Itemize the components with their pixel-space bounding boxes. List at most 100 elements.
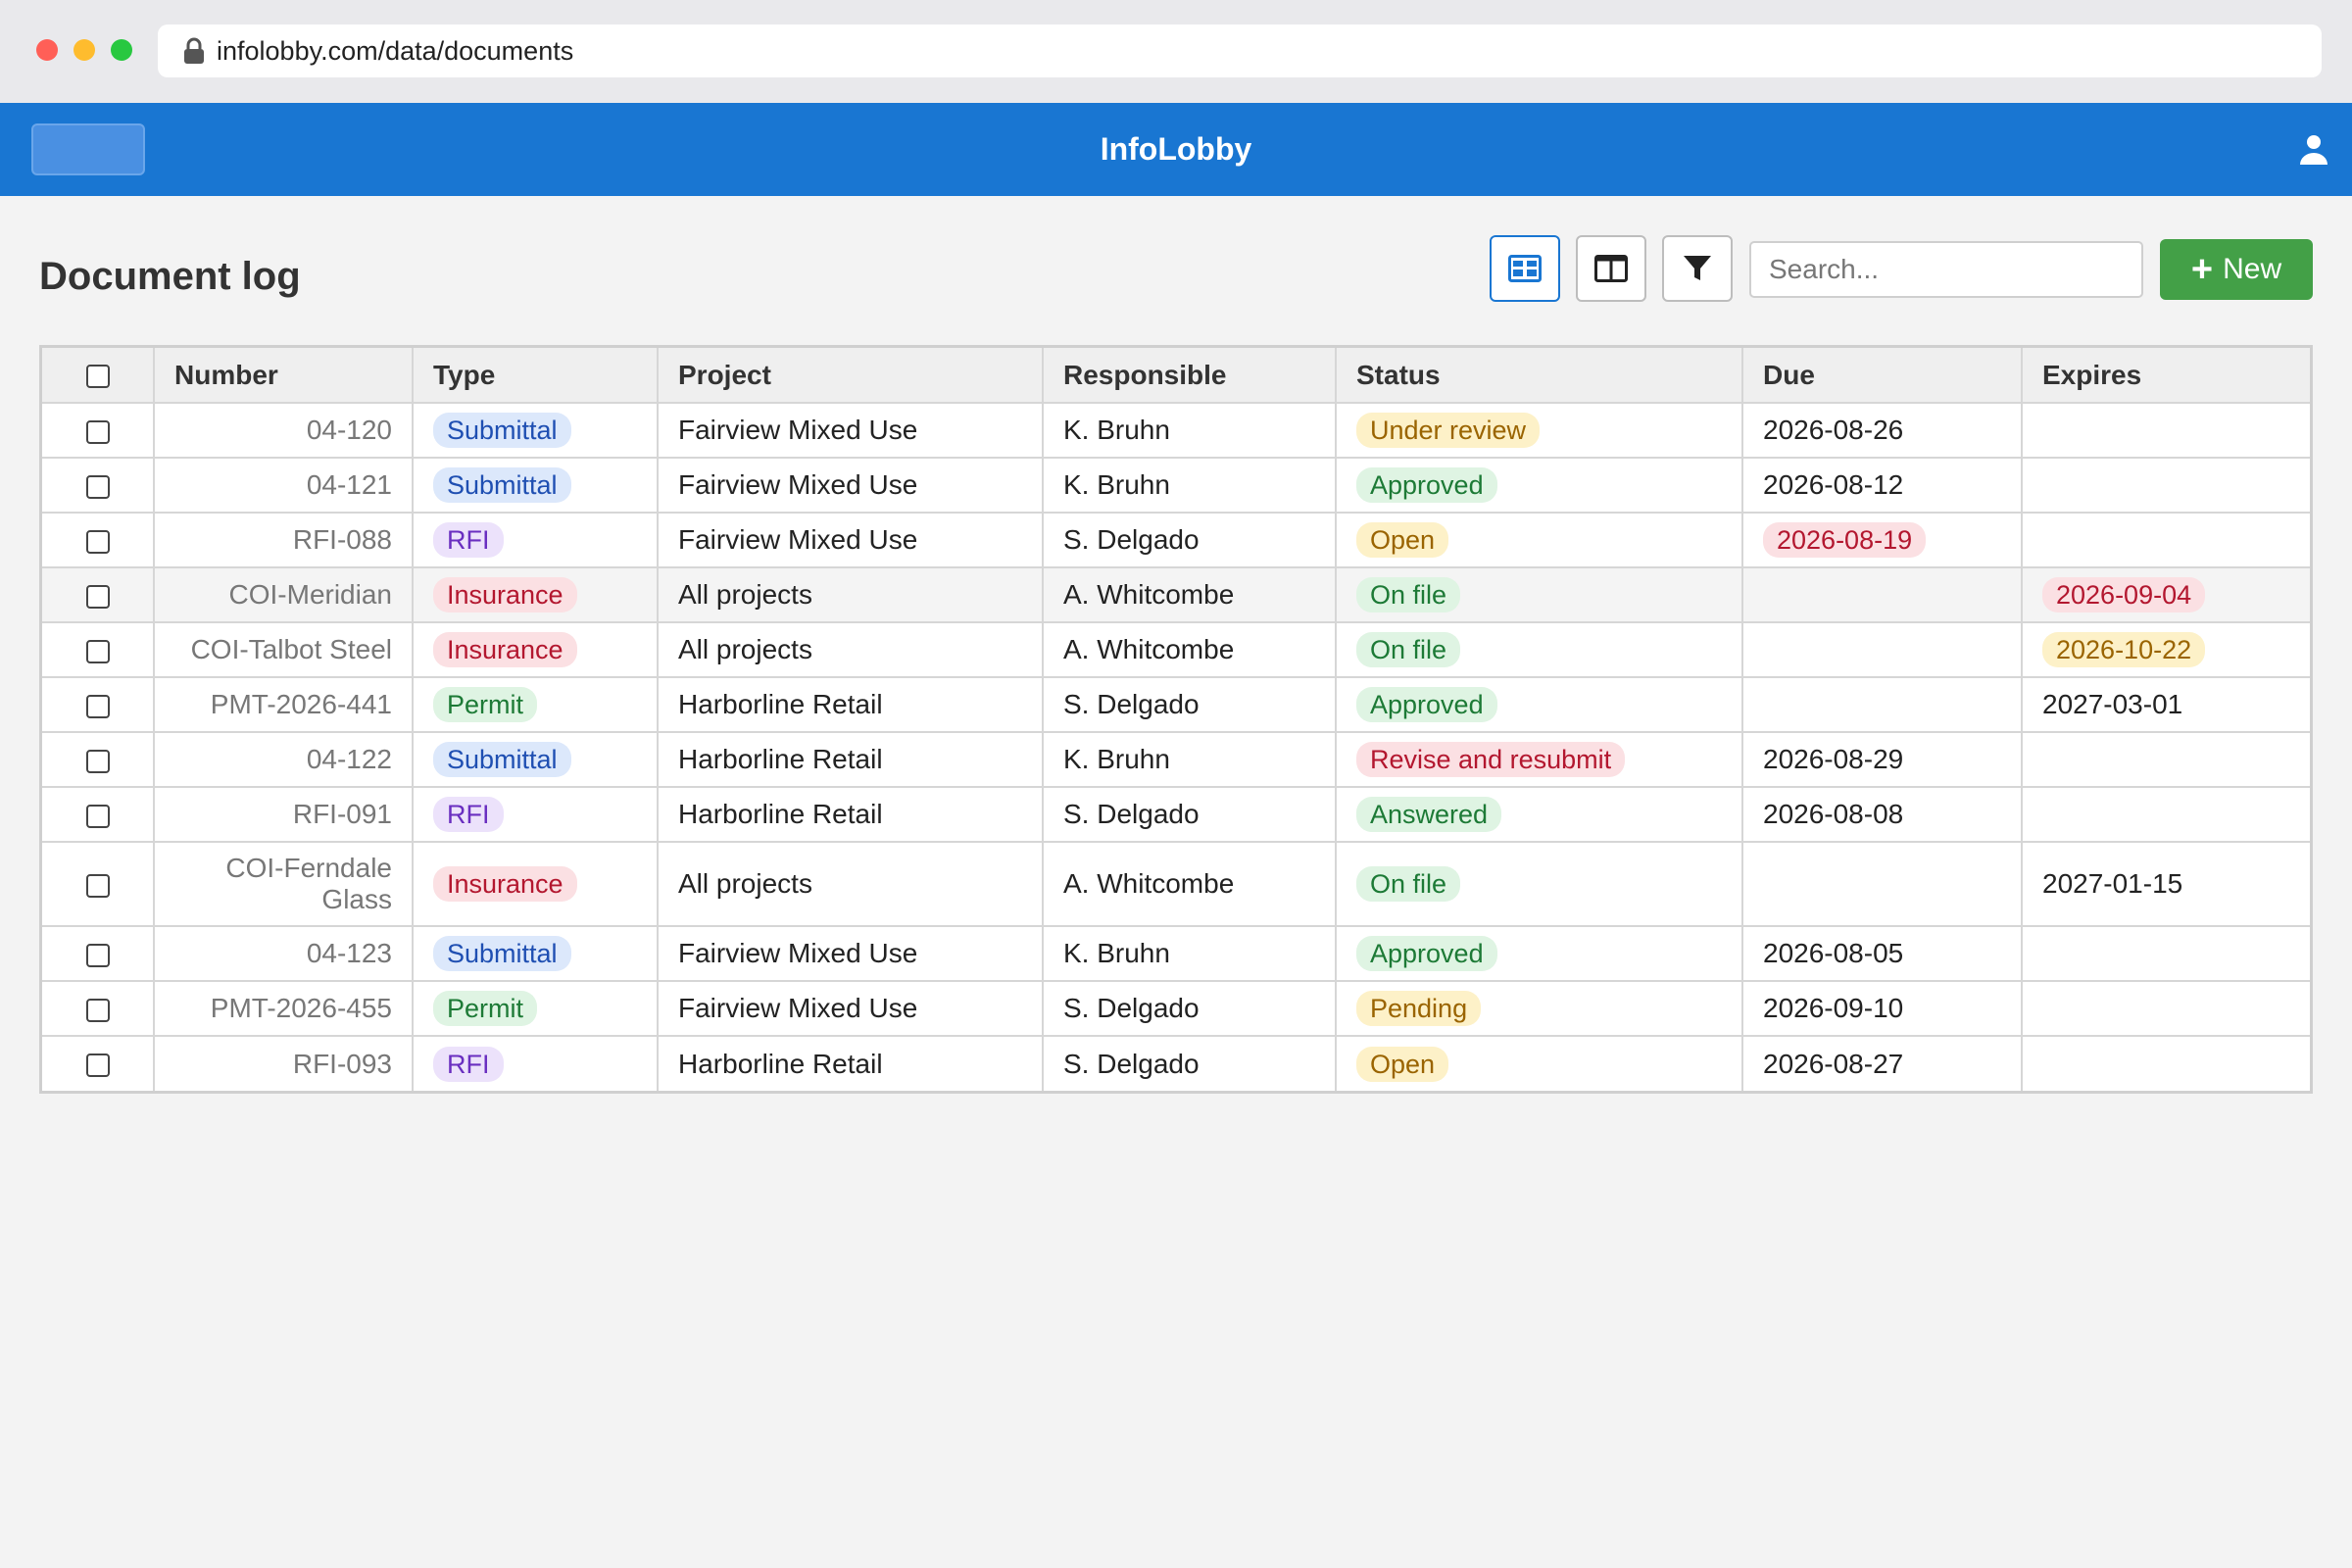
table-row[interactable]: COI-Ferndale Glass Insurance All project… xyxy=(42,842,2310,927)
status-badge: On file xyxy=(1356,577,1461,612)
filter-icon xyxy=(1684,256,1711,280)
row-select-cell xyxy=(42,622,155,678)
number-cell: RFI-091 xyxy=(154,787,414,843)
expires-cell: 2026-10-22 xyxy=(2022,622,2310,678)
type-badge: RFI xyxy=(433,797,504,832)
due-cell: 2026-08-29 xyxy=(1742,732,2023,788)
row-select-cell xyxy=(42,403,155,459)
address-bar[interactable]: infolobby.com/data/documents xyxy=(158,24,2322,77)
column-header-project[interactable]: Project xyxy=(658,348,1044,404)
table-row[interactable]: 04-123 Submittal Fairview Mixed Use K. B… xyxy=(42,926,2310,982)
app-title: InfoLobby xyxy=(1100,131,1252,167)
row-checkbox[interactable] xyxy=(85,943,110,967)
type-cell: RFI xyxy=(413,787,659,843)
project-cell: Harborline Retail xyxy=(658,732,1044,788)
status-badge: On file xyxy=(1356,866,1461,902)
type-badge: RFI xyxy=(433,1046,504,1082)
column-header-status[interactable]: Status xyxy=(1336,348,1743,404)
status-cell: On file xyxy=(1336,567,1743,623)
status-cell: Revise and resubmit xyxy=(1336,732,1743,788)
select-all-cell xyxy=(42,348,155,404)
expires-cell xyxy=(2022,787,2310,843)
responsible-cell: K. Bruhn xyxy=(1043,926,1337,982)
responsible-cell: K. Bruhn xyxy=(1043,458,1337,514)
type-badge: Permit xyxy=(433,687,538,722)
window-close-button[interactable] xyxy=(36,39,58,61)
column-header-type[interactable]: Type xyxy=(413,348,659,404)
number-cell: RFI-093 xyxy=(154,1036,414,1091)
due-cell: 2026-08-05 xyxy=(1742,926,2023,982)
due-cell: 2026-08-12 xyxy=(1742,458,2023,514)
filter-button[interactable] xyxy=(1662,235,1733,302)
number-cell: PMT-2026-441 xyxy=(154,677,414,733)
table-row[interactable]: 04-120 Submittal Fairview Mixed Use K. B… xyxy=(42,403,2310,459)
project-cell: Fairview Mixed Use xyxy=(658,403,1044,459)
responsible-cell: A. Whitcombe xyxy=(1043,567,1337,623)
user-icon[interactable] xyxy=(2297,132,2330,166)
table-row[interactable]: COI-Talbot Steel Insurance All projects … xyxy=(42,622,2310,678)
expiring-date-badge: 2026-10-22 xyxy=(2042,632,2206,667)
plus-icon: + xyxy=(2190,249,2214,290)
row-checkbox[interactable] xyxy=(85,749,110,773)
row-checkbox[interactable] xyxy=(85,998,110,1022)
search-input[interactable] xyxy=(1749,241,2143,298)
columns-button[interactable] xyxy=(1576,235,1646,302)
menu-button[interactable] xyxy=(31,123,145,175)
table-row[interactable]: RFI-088 RFI Fairview Mixed Use S. Delgad… xyxy=(42,513,2310,568)
due-cell: 2026-08-27 xyxy=(1742,1036,2023,1091)
browser-chrome: infolobby.com/data/documents xyxy=(0,0,2352,103)
lock-icon xyxy=(184,37,204,64)
url-text: infolobby.com/data/documents xyxy=(217,35,574,66)
responsible-cell: S. Delgado xyxy=(1043,981,1337,1037)
new-button[interactable]: + New xyxy=(2160,239,2313,300)
window-minimize-button[interactable] xyxy=(74,39,95,61)
row-checkbox[interactable] xyxy=(85,694,110,718)
table-row[interactable]: PMT-2026-441 Permit Harborline Retail S.… xyxy=(42,677,2310,733)
type-cell: Insurance xyxy=(413,842,659,927)
table-row[interactable]: 04-122 Submittal Harborline Retail K. Br… xyxy=(42,732,2310,788)
row-checkbox[interactable] xyxy=(85,1054,110,1078)
row-checkbox[interactable] xyxy=(85,804,110,828)
column-header-number[interactable]: Number xyxy=(154,348,414,404)
column-header-expires[interactable]: Expires xyxy=(2022,348,2310,404)
column-header-responsible[interactable]: Responsible xyxy=(1043,348,1337,404)
table-row[interactable]: 04-121 Submittal Fairview Mixed Use K. B… xyxy=(42,458,2310,514)
table-row[interactable]: PMT-2026-455 Permit Fairview Mixed Use S… xyxy=(42,981,2310,1037)
row-checkbox[interactable] xyxy=(85,639,110,663)
project-cell: Fairview Mixed Use xyxy=(658,926,1044,982)
row-checkbox[interactable] xyxy=(85,584,110,609)
row-checkbox[interactable] xyxy=(85,529,110,554)
project-cell: All projects xyxy=(658,842,1044,927)
type-cell: Submittal xyxy=(413,403,659,459)
table-view-button[interactable] xyxy=(1490,235,1560,302)
type-cell: Permit xyxy=(413,677,659,733)
status-badge: Open xyxy=(1356,522,1449,558)
select-all-checkbox[interactable] xyxy=(85,365,110,389)
responsible-cell: K. Bruhn xyxy=(1043,403,1337,459)
project-cell: Fairview Mixed Use xyxy=(658,981,1044,1037)
expires-cell xyxy=(2022,732,2310,788)
type-badge: Submittal xyxy=(433,467,571,503)
column-header-due[interactable]: Due xyxy=(1742,348,2023,404)
type-badge: Insurance xyxy=(433,632,577,667)
row-checkbox[interactable] xyxy=(85,873,110,898)
status-badge: Open xyxy=(1356,1046,1449,1082)
due-cell xyxy=(1742,677,2023,733)
type-cell: Submittal xyxy=(413,926,659,982)
project-cell: All projects xyxy=(658,567,1044,623)
status-cell: Pending xyxy=(1336,981,1743,1037)
row-checkbox[interactable] xyxy=(85,474,110,499)
table-row[interactable]: RFI-093 RFI Harborline Retail S. Delgado… xyxy=(42,1036,2310,1091)
number-cell: 04-123 xyxy=(154,926,414,982)
window-maximize-button[interactable] xyxy=(111,39,132,61)
row-select-cell xyxy=(42,458,155,514)
due-cell xyxy=(1742,567,2023,623)
status-cell: Approved xyxy=(1336,458,1743,514)
row-select-cell xyxy=(42,677,155,733)
project-cell: Harborline Retail xyxy=(658,787,1044,843)
expires-cell xyxy=(2022,513,2310,568)
table-row[interactable]: RFI-091 RFI Harborline Retail S. Delgado… xyxy=(42,787,2310,843)
row-checkbox[interactable] xyxy=(85,419,110,444)
table-row[interactable]: COI-Meridian Insurance All projects A. W… xyxy=(42,567,2310,623)
status-badge: Under review xyxy=(1356,413,1541,448)
